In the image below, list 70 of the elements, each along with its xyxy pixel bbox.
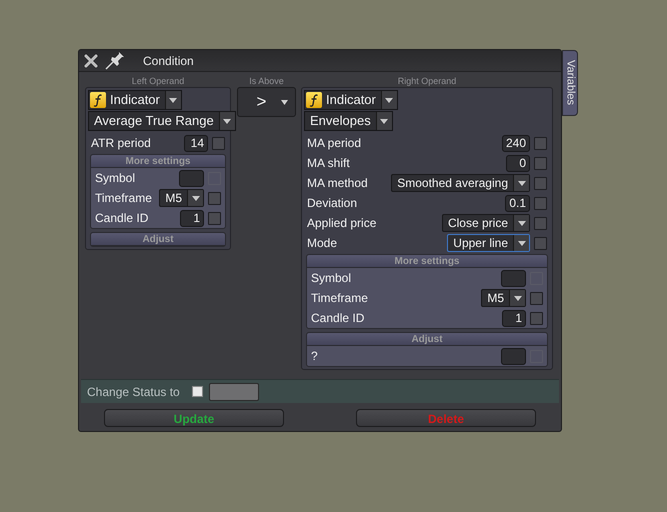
input-field[interactable] — [501, 348, 526, 364]
operand-type-dropdown[interactable]: Indicator — [88, 90, 182, 110]
study-dropdown[interactable]: Average True Range — [88, 111, 236, 131]
status-field[interactable] — [208, 382, 259, 400]
checkbox[interactable] — [534, 136, 547, 150]
dropdown[interactable]: Upper line — [447, 234, 530, 252]
caret-icon — [380, 118, 388, 124]
number-field[interactable]: 0 — [506, 154, 530, 172]
param-label: MA method — [307, 175, 369, 192]
checkbox[interactable] — [212, 136, 225, 150]
group-heading: More settings — [91, 155, 225, 168]
checkbox[interactable] — [534, 196, 547, 210]
column-heading: Is Above — [248, 75, 285, 87]
param-label: MA shift — [307, 155, 351, 172]
group-heading: Adjust — [91, 233, 225, 246]
param-label: Candle ID — [311, 310, 366, 327]
checkbox[interactable] — [534, 156, 547, 170]
number-field[interactable]: 240 — [502, 134, 530, 152]
param-label: ? — [311, 348, 319, 365]
window-title: Condition — [143, 52, 194, 70]
group-heading: More settings — [307, 255, 547, 268]
caret-icon — [385, 98, 394, 102]
dropdown[interactable]: M5 — [159, 189, 204, 207]
number-field[interactable]: 1 — [502, 310, 526, 326]
param-label: Deviation — [307, 195, 358, 212]
param-label: MA period — [307, 135, 362, 152]
close-icon[interactable] — [84, 54, 98, 68]
number-field[interactable]: 0.1 — [505, 194, 530, 212]
checkbox[interactable] — [192, 386, 203, 397]
param-label: ATR period — [91, 135, 152, 152]
param-label: Mode — [307, 235, 338, 252]
checkbox[interactable] — [208, 212, 221, 224]
group-heading: Adjust — [307, 333, 547, 346]
number-field[interactable]: 14 — [184, 134, 208, 152]
caret-icon — [518, 180, 526, 186]
param-label: Candle ID — [95, 210, 150, 227]
checkbox[interactable] — [530, 292, 543, 304]
study-dropdown[interactable]: Envelopes — [304, 111, 393, 131]
comparison-dropdown[interactable]: > — [237, 87, 296, 117]
checkbox[interactable] — [530, 312, 543, 324]
dropdown[interactable]: Smoothed averaging — [391, 174, 530, 192]
caret-icon — [223, 118, 232, 124]
checkbox[interactable] — [534, 176, 547, 190]
param-label: Timeframe — [311, 290, 369, 307]
checkbox[interactable] — [208, 192, 221, 204]
checkbox[interactable] — [534, 216, 547, 230]
dropdown[interactable]: M5 — [481, 289, 526, 307]
function-icon — [90, 92, 106, 108]
function-icon — [306, 92, 322, 108]
caret-icon — [192, 196, 200, 200]
operand-type-dropdown[interactable]: Indicator — [304, 90, 398, 110]
caret-icon — [518, 220, 526, 226]
pin-icon[interactable] — [105, 52, 125, 70]
param-label: Symbol — [311, 270, 352, 287]
input-field[interactable] — [501, 270, 526, 286]
caret-icon — [518, 240, 526, 246]
column-heading: Left Operand — [130, 75, 186, 87]
caret-icon — [281, 100, 288, 104]
caret-icon — [514, 296, 522, 300]
param-label: Applied price — [307, 215, 378, 232]
checkbox[interactable] — [534, 236, 547, 250]
param-label: Timeframe — [95, 190, 153, 207]
dropdown[interactable]: Close price — [442, 214, 530, 232]
column-heading: Right Operand — [396, 75, 458, 87]
status-label: Change Status to — [87, 384, 180, 400]
input-field[interactable] — [179, 170, 204, 186]
number-field[interactable]: 1 — [180, 210, 204, 226]
param-label: Symbol — [95, 170, 136, 187]
side-tab[interactable]: Variables — [562, 50, 578, 116]
caret-icon — [169, 98, 178, 102]
